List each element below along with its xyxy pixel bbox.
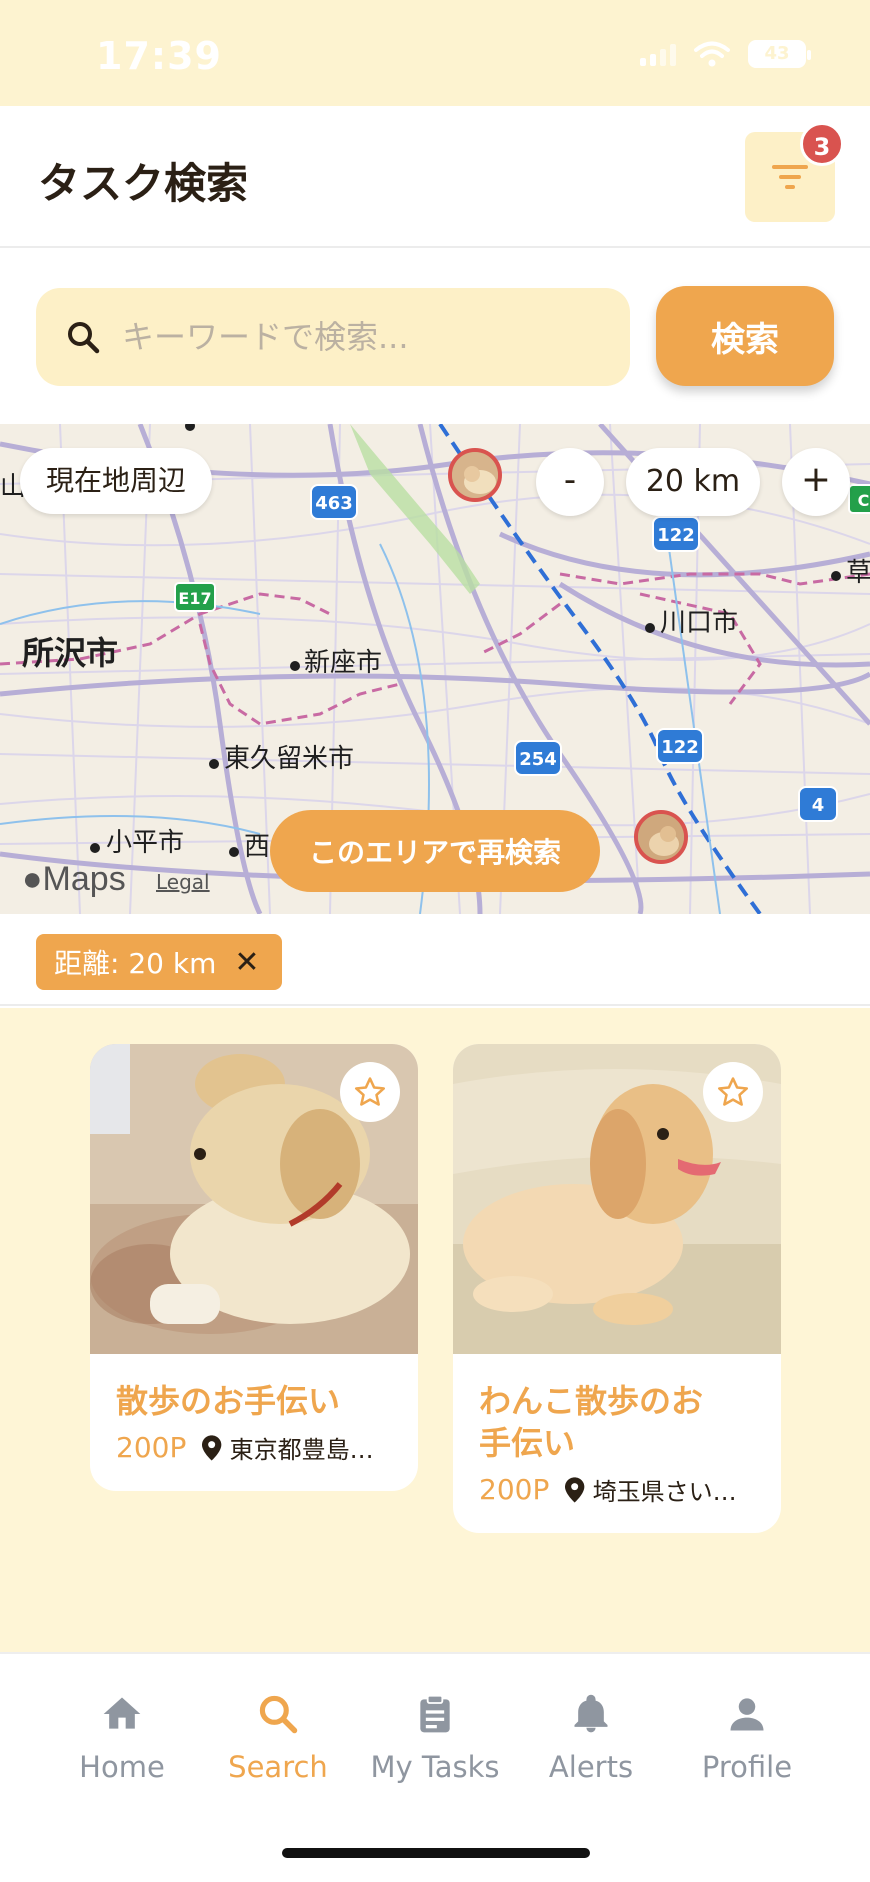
tab-profile[interactable]: Profile bbox=[677, 1692, 817, 1784]
route-shield: 4 bbox=[798, 786, 838, 822]
task-meta: 200P 東京都豊島区… bbox=[90, 1422, 418, 1491]
expressway-shield: E17 bbox=[174, 582, 216, 612]
task-card[interactable]: わんこ散歩のお手伝い 200P 埼玉県さいた… bbox=[453, 1044, 781, 1533]
close-icon[interactable]: ✕ bbox=[234, 945, 259, 980]
tab-home[interactable]: Home bbox=[52, 1692, 192, 1784]
battery-icon: 43 bbox=[748, 40, 811, 68]
location-pin-icon bbox=[202, 1434, 222, 1461]
star-icon bbox=[717, 1077, 749, 1106]
task-meta: 200P 埼玉県さいた… bbox=[453, 1464, 781, 1533]
tab-search[interactable]: Search bbox=[208, 1692, 348, 1784]
home-indicator bbox=[282, 1848, 590, 1858]
tab-my-tasks[interactable]: My Tasks bbox=[365, 1692, 505, 1784]
task-photo bbox=[90, 1044, 418, 1354]
current-location-button[interactable]: 現在地周辺 bbox=[20, 448, 212, 514]
filter-count-badge: 3 bbox=[800, 122, 844, 166]
task-title: わんこ散歩のお手伝い bbox=[479, 1382, 704, 1462]
distance-filter-chip[interactable]: 距離: 20 km ✕ bbox=[36, 934, 282, 990]
route-shield: 122 bbox=[652, 516, 700, 552]
signal-icon bbox=[640, 42, 676, 66]
filter-chips: 距離: 20 km ✕ bbox=[0, 914, 870, 1006]
apple-icon: ● bbox=[22, 860, 43, 898]
task-photo bbox=[453, 1044, 781, 1354]
tab-label: Profile bbox=[701, 1750, 793, 1784]
route-shield: 254 bbox=[514, 740, 562, 776]
page-title: タスク検索 bbox=[38, 159, 249, 208]
favorite-button[interactable] bbox=[340, 1062, 400, 1122]
search-button[interactable]: 検索 bbox=[656, 286, 834, 386]
filter-icon bbox=[772, 165, 808, 189]
radius-label: 20 km bbox=[626, 448, 760, 516]
legal-link[interactable]: Legal bbox=[156, 870, 210, 894]
search-icon bbox=[68, 322, 100, 354]
place-label: 新座市 bbox=[304, 648, 383, 678]
task-map-pin[interactable] bbox=[448, 448, 502, 502]
header: タスク検索 bbox=[0, 106, 870, 248]
zoom-out-button[interactable]: - bbox=[536, 448, 604, 516]
route-shield: 463 bbox=[310, 484, 358, 520]
task-points: 200P bbox=[479, 1473, 550, 1506]
chip-label: 距離: 20 km bbox=[54, 947, 217, 980]
wifi-icon bbox=[694, 41, 730, 67]
task-location: 埼玉県さいた… bbox=[592, 1478, 755, 1506]
task-location: 東京都豊島区… bbox=[229, 1436, 392, 1464]
task-card[interactable]: 散歩のお手伝い 200P 東京都豊島区… bbox=[90, 1044, 418, 1491]
zoom-in-button[interactable]: + bbox=[782, 448, 850, 516]
route-shield: C3 bbox=[848, 484, 870, 514]
map-view[interactable]: 463 122 254 122 4 C3 E17 所沢市 新座市 東久留米市 小… bbox=[0, 424, 870, 914]
status-time: 17:39 bbox=[96, 34, 222, 78]
task-map-pin[interactable] bbox=[634, 810, 688, 864]
tab-label: My Tasks bbox=[370, 1750, 500, 1784]
place-label: 川口市 bbox=[660, 608, 739, 638]
maps-logo: ●Maps bbox=[22, 860, 126, 899]
tab-label: Search bbox=[228, 1750, 328, 1784]
results-grid: 散歩のお手伝い 200P 東京都豊島区… わんこ散歩のお手伝い 200P 埼玉県… bbox=[0, 1008, 870, 1652]
place-label: 草 bbox=[846, 558, 870, 588]
tab-alerts[interactable]: Alerts bbox=[521, 1692, 661, 1784]
place-label: 所沢市 bbox=[22, 634, 119, 672]
home-icon bbox=[103, 1697, 141, 1729]
location-pin-icon bbox=[565, 1476, 585, 1503]
task-title: 散歩のお手伝い bbox=[116, 1382, 341, 1420]
star-icon bbox=[354, 1077, 386, 1106]
search-this-area-button[interactable]: このエリアで再検索 bbox=[270, 810, 600, 892]
person-icon bbox=[730, 1698, 764, 1731]
clipboard-icon bbox=[420, 1694, 450, 1733]
search-field[interactable] bbox=[36, 288, 630, 386]
place-label: 東久留米市 bbox=[224, 744, 355, 774]
tab-label: Alerts bbox=[548, 1750, 634, 1784]
bell-icon bbox=[574, 1694, 608, 1733]
tab-label: Home bbox=[79, 1750, 165, 1784]
place-label: 小平市 bbox=[106, 828, 185, 858]
search-row: 検索 bbox=[0, 250, 870, 422]
favorite-button[interactable] bbox=[703, 1062, 763, 1122]
status-bar: 17:39 43 bbox=[0, 0, 870, 106]
search-input[interactable] bbox=[122, 318, 602, 356]
status-icons: 43 bbox=[640, 40, 811, 68]
route-shield: 122 bbox=[656, 728, 704, 764]
place-label: 西 bbox=[244, 832, 271, 862]
maps-attribution: Maps bbox=[42, 860, 126, 898]
search-icon bbox=[259, 1695, 298, 1734]
task-points: 200P bbox=[116, 1431, 187, 1464]
